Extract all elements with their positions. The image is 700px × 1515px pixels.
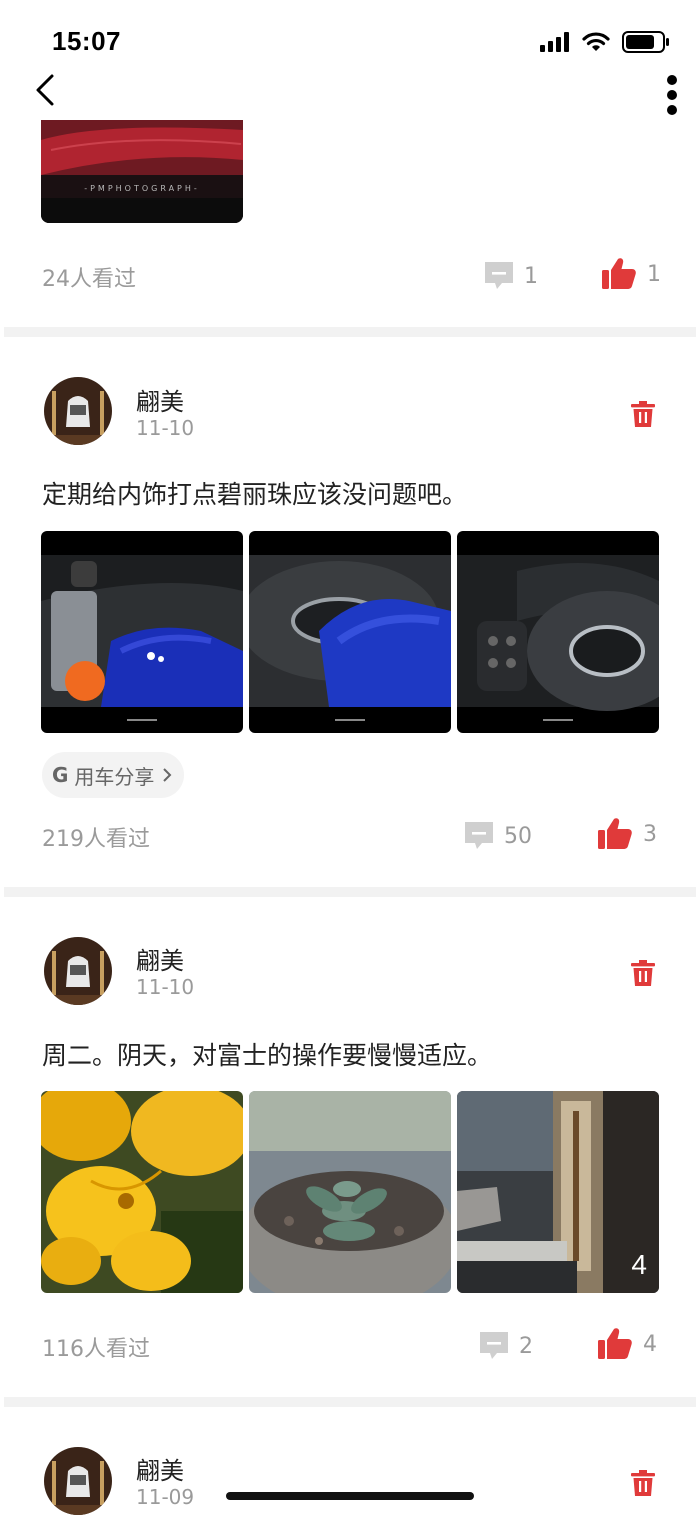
post-text: 定期给内饰打点碧丽珠应该没问题吧。: [42, 480, 468, 509]
wifi-icon: [582, 32, 610, 51]
avatar[interactable]: [44, 377, 112, 445]
nav-bar: [0, 70, 700, 120]
chevron-right-icon: [163, 768, 172, 782]
like-button[interactable]: 3: [597, 817, 657, 851]
chevron-left-icon: [36, 74, 54, 106]
post-image[interactable]: -PMPHOTOGRAPH-: [41, 120, 243, 223]
like-count: 1: [647, 261, 661, 287]
trash-icon: [631, 401, 655, 427]
comment-icon: [485, 262, 513, 289]
g-logo-icon: G: [52, 763, 69, 787]
like-count: 4: [643, 1331, 657, 1357]
back-button[interactable]: [30, 72, 66, 112]
comment-button[interactable]: 50: [462, 819, 532, 853]
comment-button[interactable]: 2: [477, 1329, 533, 1363]
view-count: 24人看过: [42, 267, 136, 292]
post-stats: 219人看过 50 3: [0, 815, 700, 855]
status-icons: [540, 30, 670, 54]
like-count: 3: [643, 821, 657, 847]
like-button[interactable]: 1: [601, 257, 661, 291]
post-date: 11-10: [136, 975, 195, 999]
delete-button[interactable]: [630, 959, 656, 987]
comment-count: 50: [504, 823, 532, 849]
home-indicator[interactable]: [226, 1492, 474, 1500]
comment-button[interactable]: 1: [482, 259, 538, 293]
delete-button[interactable]: [630, 1469, 656, 1497]
thumbs-up-icon: [598, 818, 632, 849]
delete-button[interactable]: [630, 400, 656, 428]
post-image[interactable]: [457, 531, 659, 733]
post-image[interactable]: 4: [457, 1091, 659, 1293]
more-vertical-icon: [667, 75, 677, 115]
post-divider: [4, 327, 696, 337]
post-image[interactable]: [41, 531, 243, 733]
comment-count: 2: [519, 1333, 533, 1359]
comment-icon: [465, 822, 493, 849]
battery-icon: [622, 31, 669, 53]
post-stats: 24人看过 1 1: [0, 255, 700, 295]
status-bar: 15:07: [0, 0, 700, 70]
post-image[interactable]: [249, 531, 451, 733]
image-count-badge: 4: [631, 1249, 647, 1280]
view-count: 116人看过: [42, 1337, 150, 1362]
trash-icon: [631, 960, 655, 986]
post-image[interactable]: [41, 1091, 243, 1293]
post-stats: 116人看过 2 4: [0, 1325, 700, 1365]
comment-icon: [480, 1332, 508, 1359]
author-name[interactable]: 翩美: [136, 941, 184, 976]
topic-tag[interactable]: G 用车分享: [42, 752, 185, 798]
more-options-button[interactable]: [658, 72, 686, 118]
status-time: 15:07: [52, 26, 121, 56]
avatar[interactable]: [44, 1447, 112, 1515]
post-divider: [4, 1397, 696, 1407]
post-text: 周二。阴天，对富士的操作要慢慢适应。: [42, 1041, 493, 1070]
image-caption: -PMPHOTOGRAPH-: [84, 184, 200, 193]
thumbs-up-icon: [598, 1328, 632, 1359]
thumbs-up-icon: [602, 258, 636, 289]
trash-icon: [631, 1470, 655, 1496]
post-date: 11-09: [136, 1485, 195, 1509]
like-button[interactable]: 4: [597, 1327, 657, 1361]
signal-icon: [540, 32, 569, 52]
post-image[interactable]: [249, 1091, 451, 1293]
avatar[interactable]: [44, 937, 112, 1005]
post-divider: [4, 887, 696, 897]
view-count: 219人看过: [42, 827, 150, 852]
author-name[interactable]: 翩美: [136, 382, 184, 417]
topic-tag-label: 用车分享: [74, 764, 155, 789]
post-date: 11-10: [136, 416, 195, 440]
comment-count: 1: [524, 263, 538, 289]
author-name[interactable]: 翩美: [136, 1451, 184, 1486]
